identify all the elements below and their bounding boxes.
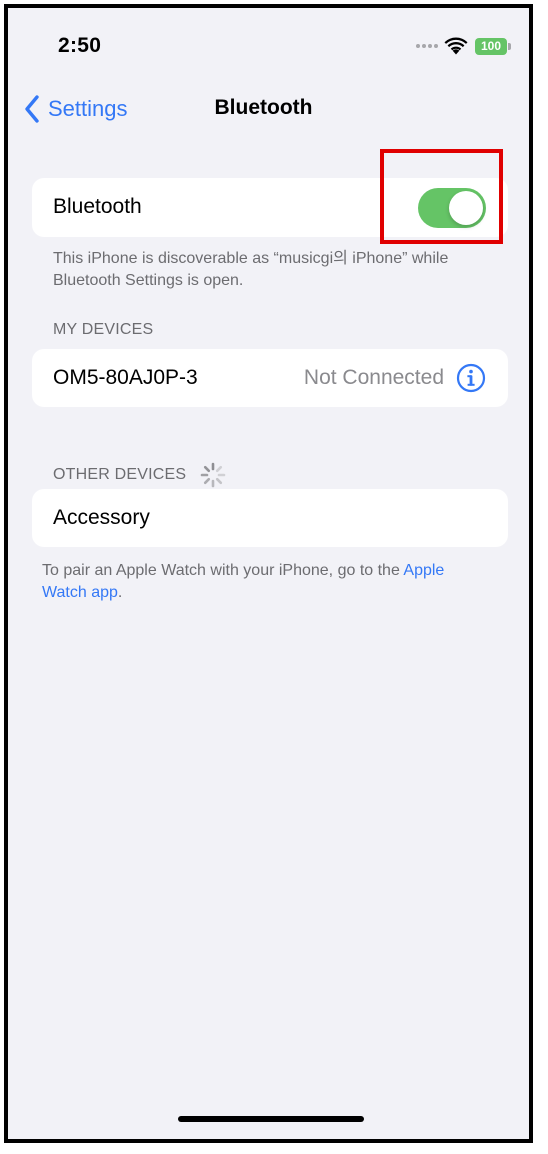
wifi-icon <box>444 37 468 55</box>
loading-spinner-icon <box>200 462 226 488</box>
bluetooth-toggle-row: Bluetooth <box>32 178 508 237</box>
page-title: Bluetooth <box>214 96 313 119</box>
home-indicator[interactable] <box>178 1116 364 1122</box>
other-devices-header: OTHER DEVICES <box>53 462 226 488</box>
signal-dots-icon <box>416 44 438 48</box>
bluetooth-label: Bluetooth <box>53 195 142 218</box>
device-name: OM5-80AJ0P-3 <box>53 366 198 389</box>
my-devices-header: MY DEVICES <box>53 321 154 338</box>
battery-cap <box>508 43 511 50</box>
device-row[interactable]: OM5-80AJ0P-3 Not Connected <box>32 349 508 407</box>
device-status: Not Connected <box>303 366 444 389</box>
pair-note-text: To pair an Apple Watch with your iPhone,… <box>42 562 400 579</box>
pair-note-suffix: . <box>117 584 123 601</box>
status-time: 2:50 <box>58 34 102 57</box>
toggle-knob <box>449 191 483 225</box>
accessory-name: Accessory <box>53 506 150 529</box>
battery-icon: 100 <box>475 38 507 55</box>
phone-screen: 2:50 100 Settings Bluetooth Bluetooth Th… <box>4 4 533 1143</box>
accessory-row[interactable]: Accessory <box>32 489 508 547</box>
pair-note: To pair an Apple Watch with your iPhone,… <box>42 560 492 604</box>
info-icon[interactable] <box>456 363 486 393</box>
discoverable-note: This iPhone is discoverable as “musicgi의… <box>53 250 449 289</box>
bluetooth-toggle[interactable] <box>418 188 486 228</box>
other-devices-label: OTHER DEVICES <box>53 466 187 483</box>
